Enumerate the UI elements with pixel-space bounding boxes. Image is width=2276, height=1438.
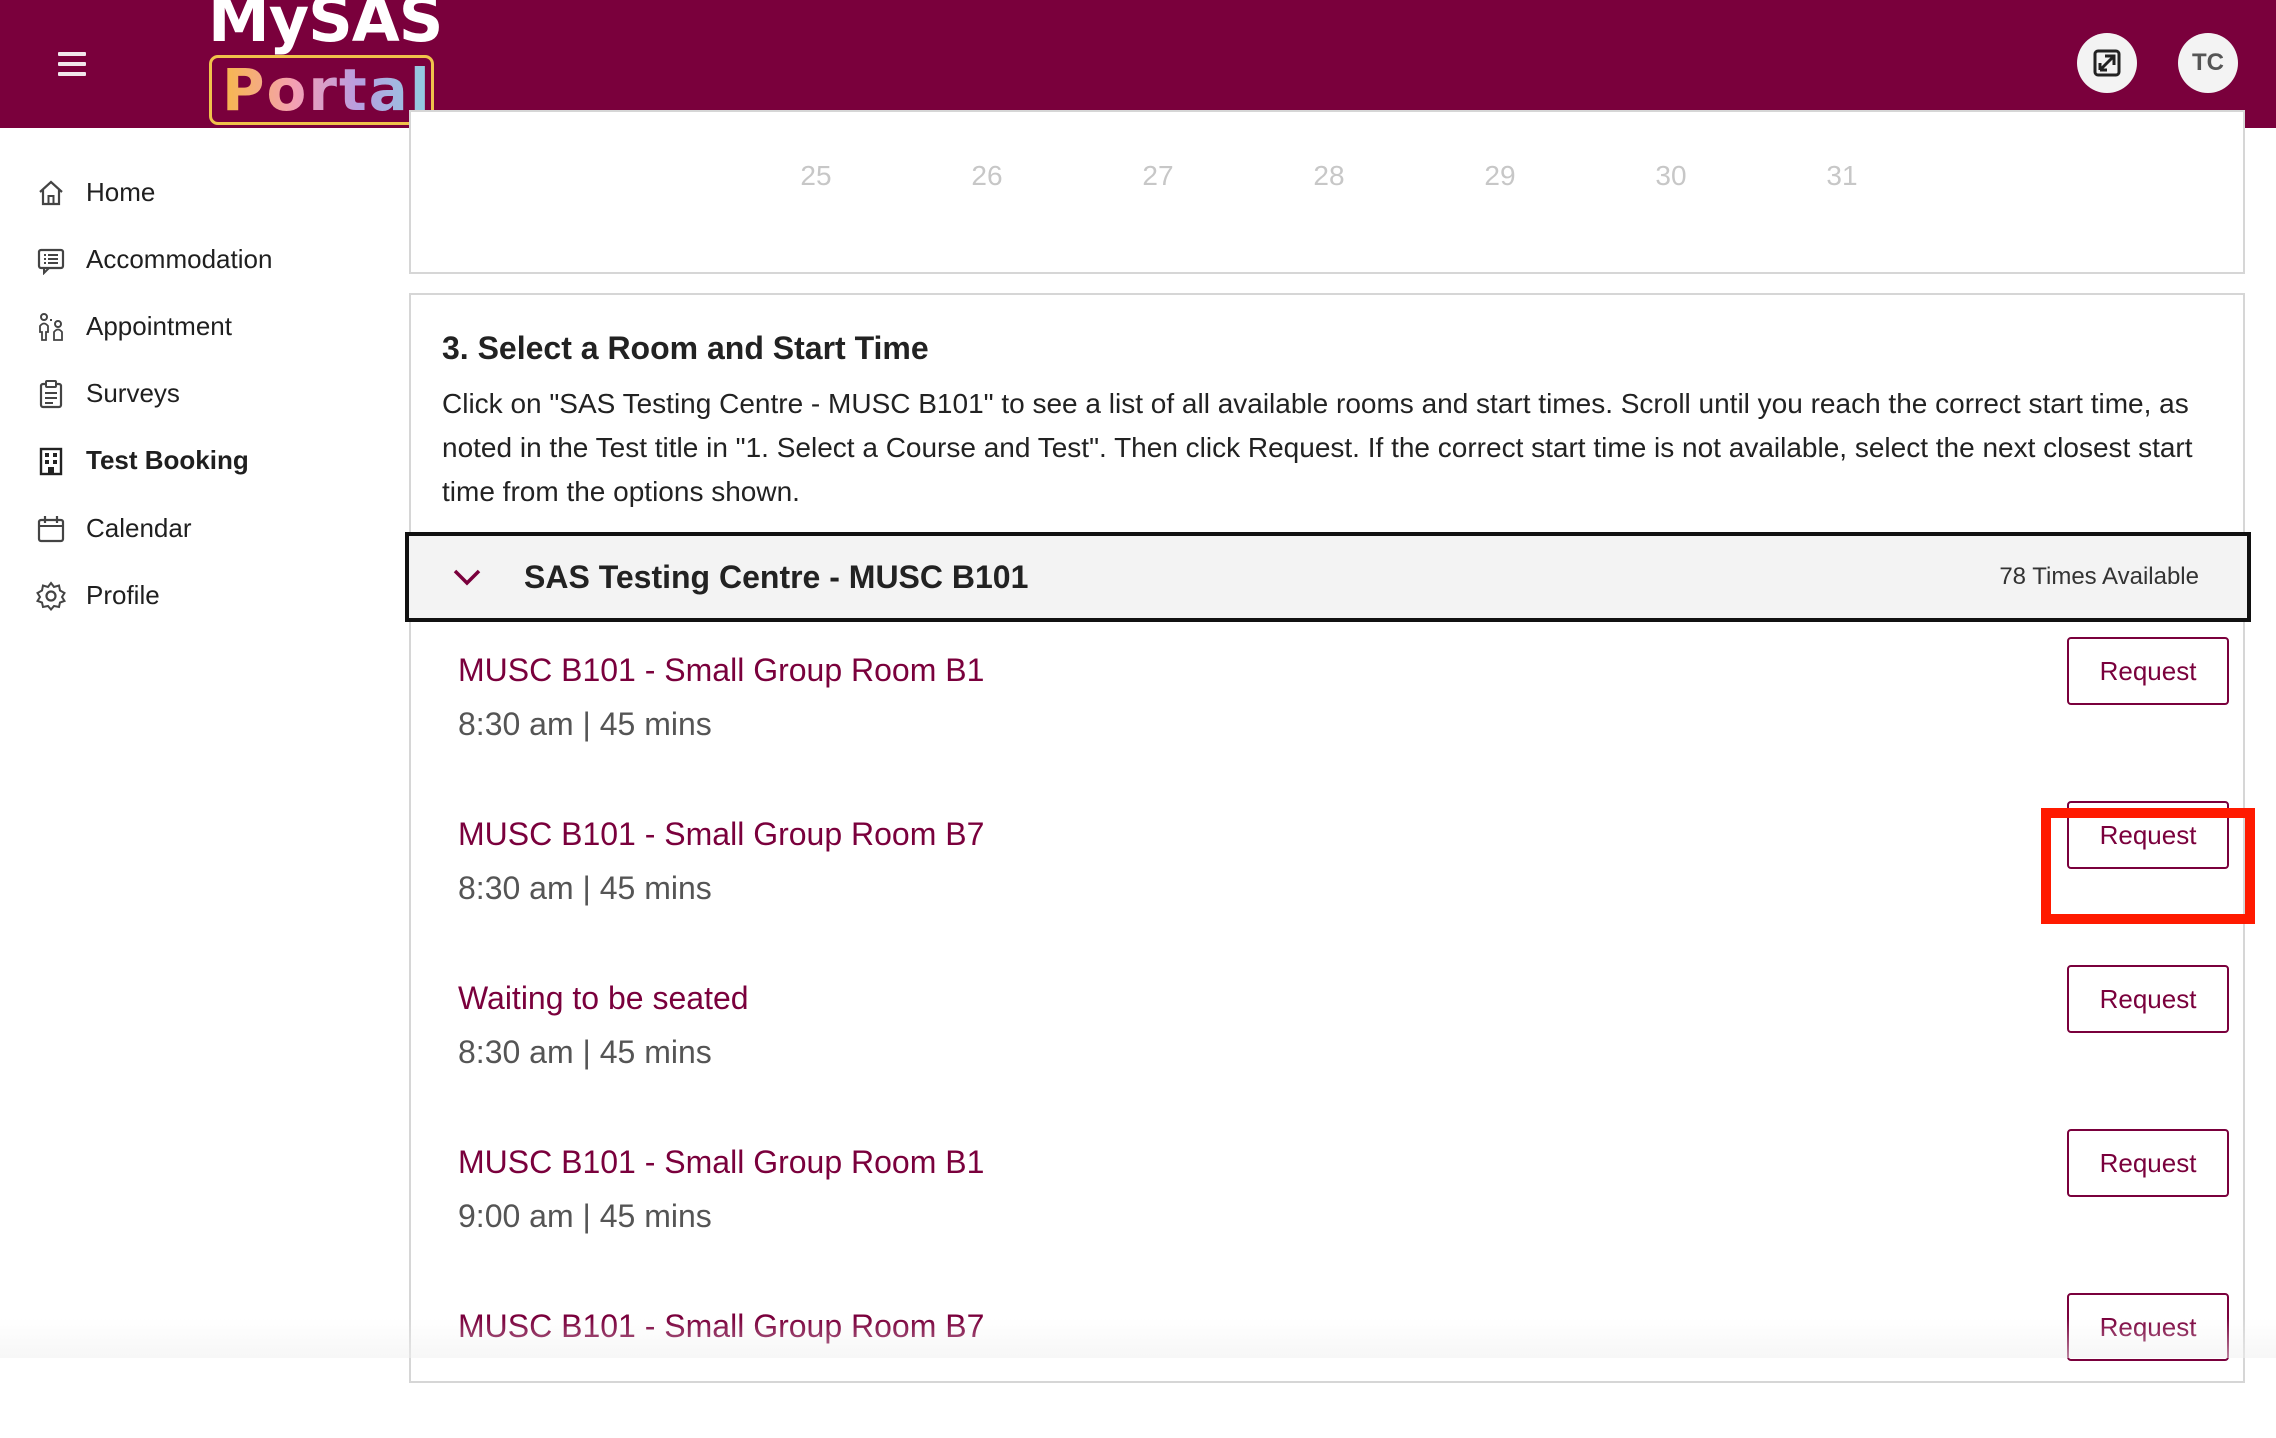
calendar-day[interactable]: 25	[776, 160, 856, 192]
section-title: 3. Select a Room and Start Time	[442, 330, 929, 366]
room-name-link[interactable]: Waiting to be seated	[458, 980, 749, 1017]
slot-time: 8:30 am | 45 mins	[458, 1034, 712, 1070]
request-button[interactable]: Request	[2067, 801, 2229, 869]
home-icon	[39, 180, 63, 206]
clipboard-icon	[39, 380, 63, 409]
sidebar-item-label: Test Booking	[86, 445, 249, 475]
people-icon	[39, 313, 63, 341]
list-item: Waiting to be seated 8:30 am | 45 mins R…	[458, 965, 2238, 1110]
testing-centre-accordion[interactable]: SAS Testing Centre - MUSC B101 78 Times …	[405, 532, 2251, 622]
logo-mysas-text: MySAS	[208, 0, 443, 56]
sidebar-item-profile[interactable]: Profile	[0, 565, 400, 625]
logo-portal-text: Portal	[222, 56, 432, 124]
hamburger-menu-icon[interactable]	[50, 45, 94, 83]
sidebar-item-home[interactable]: Home	[0, 162, 400, 222]
sidebar: Home Accommodation Appointment Surveys T…	[0, 128, 405, 1358]
sidebar-item-label: Surveys	[86, 378, 180, 408]
building-icon	[39, 447, 63, 476]
calendar-card: 25 26 27 28 29 30 31	[409, 110, 2245, 274]
list-item: MUSC B101 - Small Group Room B1 9:00 am …	[458, 1129, 2238, 1274]
accordion-title: SAS Testing Centre - MUSC B101	[524, 559, 1029, 595]
sidebar-item-accommodation[interactable]: Accommodation	[0, 229, 400, 289]
slot-time: 8:30 am | 45 mins	[458, 870, 712, 906]
calendar-day[interactable]: 28	[1289, 160, 1369, 192]
request-button[interactable]: Request	[2067, 965, 2229, 1033]
logo-portal-box: Portal	[209, 55, 434, 125]
sidebar-item-appointment[interactable]: Appointment	[0, 296, 400, 356]
request-button[interactable]: Request	[2067, 1129, 2229, 1197]
avatar[interactable]: TC	[2178, 33, 2238, 93]
calendar-day[interactable]: 31	[1802, 160, 1882, 192]
calendar-day[interactable]: 26	[947, 160, 1027, 192]
gear-icon	[36, 581, 66, 611]
room-name-link[interactable]: MUSC B101 - Small Group Room B7	[458, 1308, 984, 1345]
room-name-link[interactable]: MUSC B101 - Small Group Room B1	[458, 652, 984, 689]
list-icon	[37, 248, 65, 275]
calendar-day[interactable]: 27	[1118, 160, 1198, 192]
external-link-icon	[2093, 49, 2121, 77]
top-app-bar: MySAS Portal TC	[0, 0, 2276, 128]
section-description: Click on "SAS Testing Centre - MUSC B101…	[442, 388, 2193, 507]
sidebar-item-test-booking[interactable]: Test Booking	[0, 430, 400, 490]
room-name-link[interactable]: MUSC B101 - Small Group Room B1	[458, 1144, 984, 1181]
slot-time: 8:30 am | 45 mins	[458, 706, 712, 742]
sidebar-item-label: Profile	[86, 580, 160, 610]
chevron-down-icon	[453, 569, 481, 586]
sidebar-item-calendar[interactable]: Calendar	[0, 498, 400, 558]
calendar-day[interactable]: 29	[1460, 160, 1540, 192]
calendar-icon	[37, 516, 65, 543]
sidebar-item-label: Accommodation	[86, 244, 273, 274]
request-button[interactable]: Request	[2067, 1293, 2229, 1361]
sidebar-item-label: Calendar	[86, 513, 192, 543]
sidebar-item-label: Home	[86, 177, 156, 207]
times-available-count: 78 Times Available	[1999, 563, 2199, 590]
slot-time: 9:00 am | 45 mins	[458, 1198, 712, 1234]
list-item: MUSC B101 - Small Group Room B1 8:30 am …	[458, 637, 2238, 782]
sidebar-item-surveys[interactable]: Surveys	[0, 363, 400, 423]
request-button[interactable]: Request	[2067, 637, 2229, 705]
list-item: MUSC B101 - Small Group Room B7 8:30 am …	[458, 801, 2238, 946]
external-link-button[interactable]	[2077, 33, 2137, 93]
list-item: MUSC B101 - Small Group Room B7 Request	[458, 1293, 2238, 1438]
calendar-day[interactable]: 30	[1631, 160, 1711, 192]
sidebar-item-label: Appointment	[86, 311, 232, 341]
room-name-link[interactable]: MUSC B101 - Small Group Room B7	[458, 816, 984, 853]
